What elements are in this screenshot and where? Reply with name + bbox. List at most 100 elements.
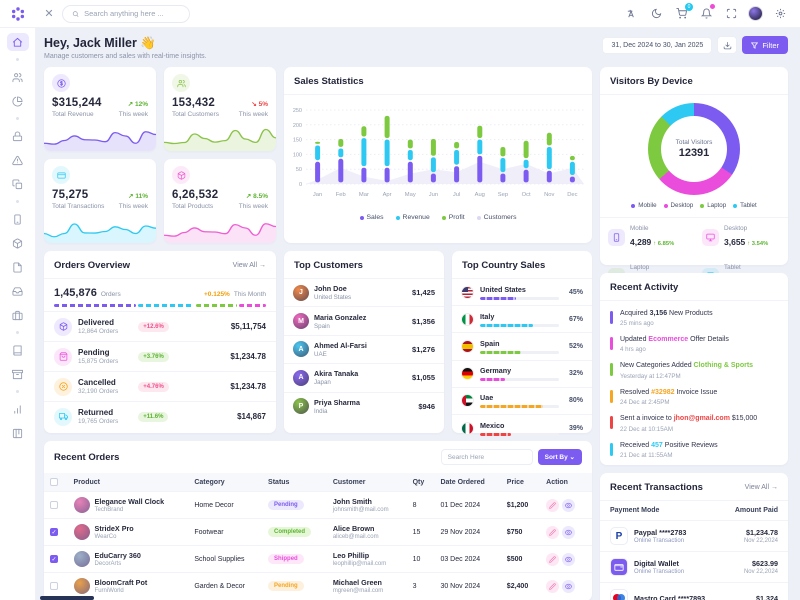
activity-color-bar: [610, 337, 613, 350]
sidebar-item-lock[interactable]: [7, 127, 29, 145]
product-brand: FurniWorld: [95, 588, 148, 594]
sidebar-item-box[interactable]: [7, 234, 29, 252]
edit-button[interactable]: [546, 553, 559, 566]
gift-icon: [12, 310, 23, 321]
filter-button[interactable]: Filter: [742, 36, 788, 54]
orders-view-all-link[interactable]: View All →: [233, 262, 266, 269]
download-button[interactable]: [717, 36, 737, 54]
column-header-price[interactable]: Price: [501, 473, 540, 492]
order-row[interactable]: ✓EduCarry 360DecorArtsSchool SuppliesShi…: [44, 546, 592, 573]
row-checkbox[interactable]: ✓: [50, 528, 58, 536]
order-row[interactable]: BloomCraft PotFurniWorldGarden & DecorPe…: [44, 573, 592, 600]
date-range-picker[interactable]: 31, Dec 2024 to 30, Jan 2025: [602, 37, 712, 54]
column-header-date-ordered[interactable]: Date Ordered: [434, 473, 500, 492]
device-change: ↑ 3.54%: [747, 241, 768, 247]
order-status-count: 19,765 Orders: [78, 418, 118, 425]
transaction-row[interactable]: PPaypal ****2783Online Transaction$1,234…: [600, 521, 788, 552]
country-row-mx: Mexico39%: [452, 414, 592, 441]
page-subtitle: Manage customers and sales with real-tim…: [44, 53, 207, 60]
view-button[interactable]: [562, 499, 575, 512]
sidebar-item-phone[interactable]: [7, 210, 29, 228]
customer-amount: $1,276: [412, 345, 435, 354]
view-button[interactable]: [562, 553, 575, 566]
customer-row[interactable]: AAkira TanakaJapan$1,055: [284, 363, 444, 391]
sidebar-item-copy[interactable]: [7, 175, 29, 193]
cart-icon[interactable]: 0: [673, 6, 689, 22]
stat-sparkline: [164, 217, 276, 243]
sidebar-item-gift[interactable]: [7, 306, 29, 324]
view-button[interactable]: [562, 526, 575, 539]
device-label: Laptop: [630, 264, 674, 271]
visitors-legend-laptop[interactable]: Laptop: [700, 202, 726, 209]
translate-icon[interactable]: [623, 6, 639, 22]
sort-by-button[interactable]: Sort By ⌄: [538, 449, 582, 465]
stat-label: Total Products: [172, 203, 213, 210]
view-button[interactable]: [562, 580, 575, 593]
fullscreen-icon[interactable]: [723, 6, 739, 22]
customer-row[interactable]: AAhmed Al-FarsiUAE$1,276: [284, 335, 444, 363]
sidebar-item-chart[interactable]: [7, 400, 29, 418]
order-status-badge: Pending: [268, 500, 304, 510]
sidebar-item-archive[interactable]: [7, 365, 29, 383]
sidebar-item-book[interactable]: [7, 341, 29, 359]
visitors-legend: Mobile Desktop Laptop Tablet: [631, 202, 756, 209]
sidebar-item-inbox[interactable]: [7, 282, 29, 300]
orders-search-input[interactable]: [441, 449, 533, 465]
customer-row[interactable]: MMaria GonzalezSpain$1,356: [284, 306, 444, 334]
global-search[interactable]: [62, 5, 190, 23]
order-category: Garden & Decor: [188, 573, 262, 600]
transaction-row[interactable]: Mastro Card ****7893$1,324: [600, 583, 788, 600]
visitors-legend-desktop[interactable]: Desktop: [664, 202, 694, 209]
row-checkbox[interactable]: [50, 501, 58, 509]
dark-mode-icon[interactable]: [648, 6, 664, 22]
sidebar-item-alert[interactable]: [7, 151, 29, 169]
filter-icon: [751, 42, 758, 49]
legend-item-profit[interactable]: Profit: [442, 214, 465, 221]
row-checkbox[interactable]: ✓: [50, 555, 58, 563]
notifications-bell-icon[interactable]: [698, 6, 714, 22]
close-icon[interactable]: ✕: [40, 5, 58, 23]
column-header-customer[interactable]: Customer: [327, 473, 407, 492]
country-percent: 45%: [565, 289, 583, 296]
settings-gear-icon[interactable]: [772, 6, 788, 22]
order-row[interactable]: Elegance Wall ClockTechBrandHome DecorPe…: [44, 492, 592, 519]
customer-name: Ahmed Al-Farsi: [314, 341, 367, 350]
column-header-status[interactable]: Status: [262, 473, 327, 492]
activity-timestamp: 25 mins ago: [620, 320, 713, 327]
customer-row[interactable]: JJohn DoeUnited States$1,425: [284, 279, 444, 306]
column-header-action[interactable]: Action: [540, 473, 592, 492]
legend-item-revenue[interactable]: Revenue: [396, 214, 430, 221]
legend-item-sales[interactable]: Sales: [360, 214, 384, 221]
visitors-legend-tablet[interactable]: Tablet: [733, 202, 757, 209]
column-header-product[interactable]: Product: [68, 473, 189, 492]
sidebar-item-file[interactable]: [7, 258, 29, 276]
sidebar-item-home[interactable]: [7, 33, 29, 51]
sidebar-item-pie[interactable]: [7, 92, 29, 110]
visitors-legend-mobile[interactable]: Mobile: [631, 202, 656, 209]
app-logo[interactable]: [0, 0, 36, 28]
column-header-qty[interactable]: Qty: [407, 473, 435, 492]
edit-button[interactable]: [546, 499, 559, 512]
user-avatar[interactable]: [748, 6, 763, 21]
edit-button[interactable]: [546, 580, 559, 593]
edit-button[interactable]: [546, 526, 559, 539]
eye-icon: [565, 583, 572, 590]
phone-icon: [12, 214, 23, 225]
transactions-view-all-link[interactable]: View All →: [745, 484, 778, 491]
stat-card-total-transactions: 75,275↗ 11%Total TransactionsThis week: [44, 159, 156, 243]
order-row[interactable]: ✓StrideX ProWearCoFootwearCompletedAlice…: [44, 519, 592, 546]
select-all-checkbox[interactable]: [50, 478, 58, 486]
sidebar-item-users[interactable]: [7, 68, 29, 86]
box-icon: [177, 171, 186, 180]
transaction-mode: Digital Wallet: [634, 559, 684, 568]
column-header-category[interactable]: Category: [188, 473, 262, 492]
row-checkbox[interactable]: [50, 582, 58, 590]
customer-row[interactable]: PPriya SharmaIndia$946: [284, 392, 444, 420]
sidebar-item-kanban[interactable]: [7, 424, 29, 442]
search-input[interactable]: [84, 9, 180, 18]
product-name: EduCarry 360: [95, 551, 141, 560]
horizontal-scrollbar[interactable]: [40, 596, 94, 600]
transaction-row[interactable]: Digital WalletOnline Transaction$623.99N…: [600, 552, 788, 583]
legend-item-customers[interactable]: Customers: [477, 214, 517, 221]
wallet-icon: [610, 558, 628, 576]
